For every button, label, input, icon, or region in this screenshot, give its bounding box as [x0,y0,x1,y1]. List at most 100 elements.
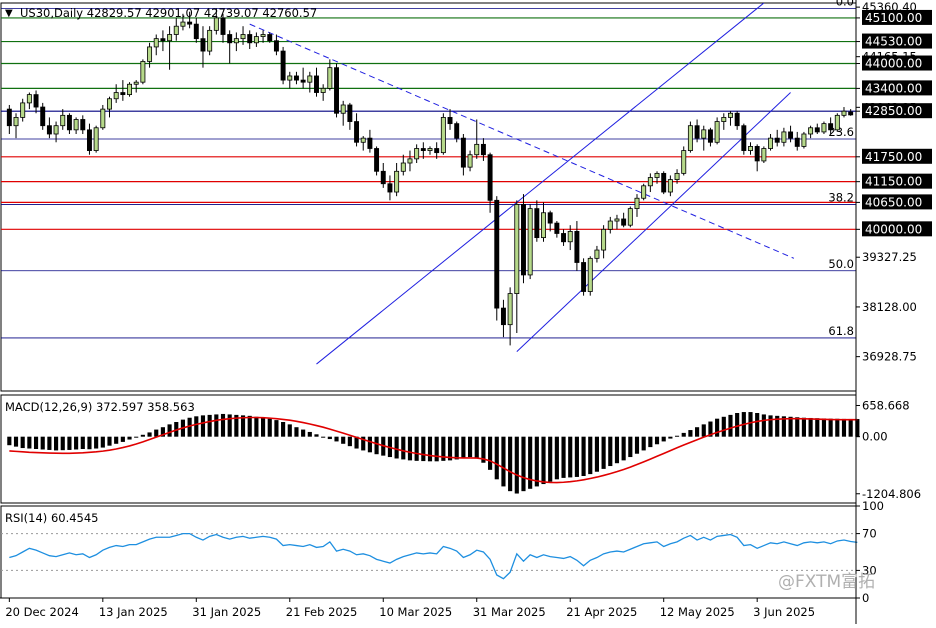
macd-bar [574,436,579,477]
macd-bar [821,418,827,437]
bear-candle [347,104,353,122]
time-label: 13 Jan 2025 [99,605,168,619]
bear-candle [741,125,747,151]
bull-candle [427,148,433,151]
bull-candle [687,125,693,151]
bear-candle [547,212,553,224]
macd-bar [154,429,159,437]
macd-bar [27,436,32,449]
bear-candle [754,146,760,162]
bull-candle [467,154,473,168]
macd-bar [427,436,433,462]
macd-bar [307,431,312,437]
bull-candle [674,172,680,180]
bear-candle [434,148,440,154]
macd-bar [194,416,199,437]
macd-bar [695,427,700,437]
bull-candle [834,114,840,131]
bull-candle [53,125,59,135]
macd-bar [701,424,706,437]
bull-candle [127,83,132,96]
macd-bar [668,436,673,439]
axis-label: 70 [862,527,877,541]
macd-title: MACD(12,26,9) 372.597 358.563 [5,400,195,414]
macd-bar [407,436,413,461]
macd-bar [247,415,252,437]
macd-bar [541,436,546,485]
bear-candle [120,92,126,96]
macd-bar [688,430,693,437]
chart-background [0,0,936,624]
time-label: 10 Mar 2025 [379,605,452,619]
bear-candle [160,38,166,42]
bull-candle [100,108,106,129]
macd-bar [681,432,686,437]
bull-candle [167,34,173,42]
macd-bar [74,436,79,450]
macd-bar [474,436,479,459]
bull-candle [627,208,633,226]
bear-candle [574,231,580,263]
axis-label: 39327.25 [862,250,917,264]
rsi-title: RSI(14) 60.4545 [5,511,99,525]
watermark-logo: @FXTM富拓 [778,572,875,592]
bear-candle [561,233,567,243]
macd-bar [261,417,266,437]
bull-candle [527,208,533,276]
macd-bar [721,416,726,437]
bear-candle [314,75,319,93]
bull-candle [107,98,112,110]
macd-bar [327,436,332,440]
macd-bar [494,436,499,480]
macd-bar [214,414,219,437]
bull-candle [113,92,119,100]
macd-bar [47,436,52,450]
bull-candle [781,131,787,143]
bear-candle [247,34,253,44]
macd-bar [581,436,586,476]
macd-bar [467,436,473,458]
fib-label: 61.8 [828,324,854,338]
bull-candle [514,204,520,294]
macd-bar [120,436,125,442]
bull-candle [654,172,660,178]
macd-bar [347,436,352,447]
bull-candle [594,249,600,259]
bull-candle [507,293,513,326]
axis-label: 45100.00 [865,11,922,25]
axis-label: 41150.00 [865,175,922,189]
bull-candle [320,87,326,93]
macd-bar [147,432,152,437]
macd-bar [207,414,212,437]
bear-candle [661,172,667,193]
bull-candle [748,146,753,151]
macd-bar [608,436,613,467]
macd-bar [661,436,666,442]
symbol-menu-icon[interactable]: ▼ [5,8,13,19]
macd-bar [674,435,680,437]
bull-candle [474,143,480,156]
bull-candle [73,119,79,131]
macd-bar [40,436,45,450]
time-label: 21 Feb 2025 [286,605,358,619]
fib-label: 0.0 [836,0,854,8]
chart-canvas[interactable]: 0.023.638.250.061.8 658.6680.00-1204.806… [0,0,936,624]
bear-candle [334,67,339,114]
bear-candle [581,262,587,292]
bull-candle [541,212,546,239]
macd-bar [534,436,539,487]
macd-bar [401,436,406,460]
bear-candle [6,108,12,127]
bull-candle [681,150,687,174]
bear-candle [420,148,426,151]
trading-chart[interactable]: 0.0 23.6 38.2 50.0 61.8 658.668 0.00 -1204.806… [0,0,936,624]
macd-bar [200,415,206,437]
bull-candle [133,81,139,85]
macd-bar [561,436,566,478]
axis-label: 100 [862,499,884,513]
macd-bar [67,436,72,450]
axis-label: 44530.00 [865,35,922,49]
macd-bar [294,427,299,437]
bear-candle [367,137,373,149]
macd-bar [334,436,339,442]
